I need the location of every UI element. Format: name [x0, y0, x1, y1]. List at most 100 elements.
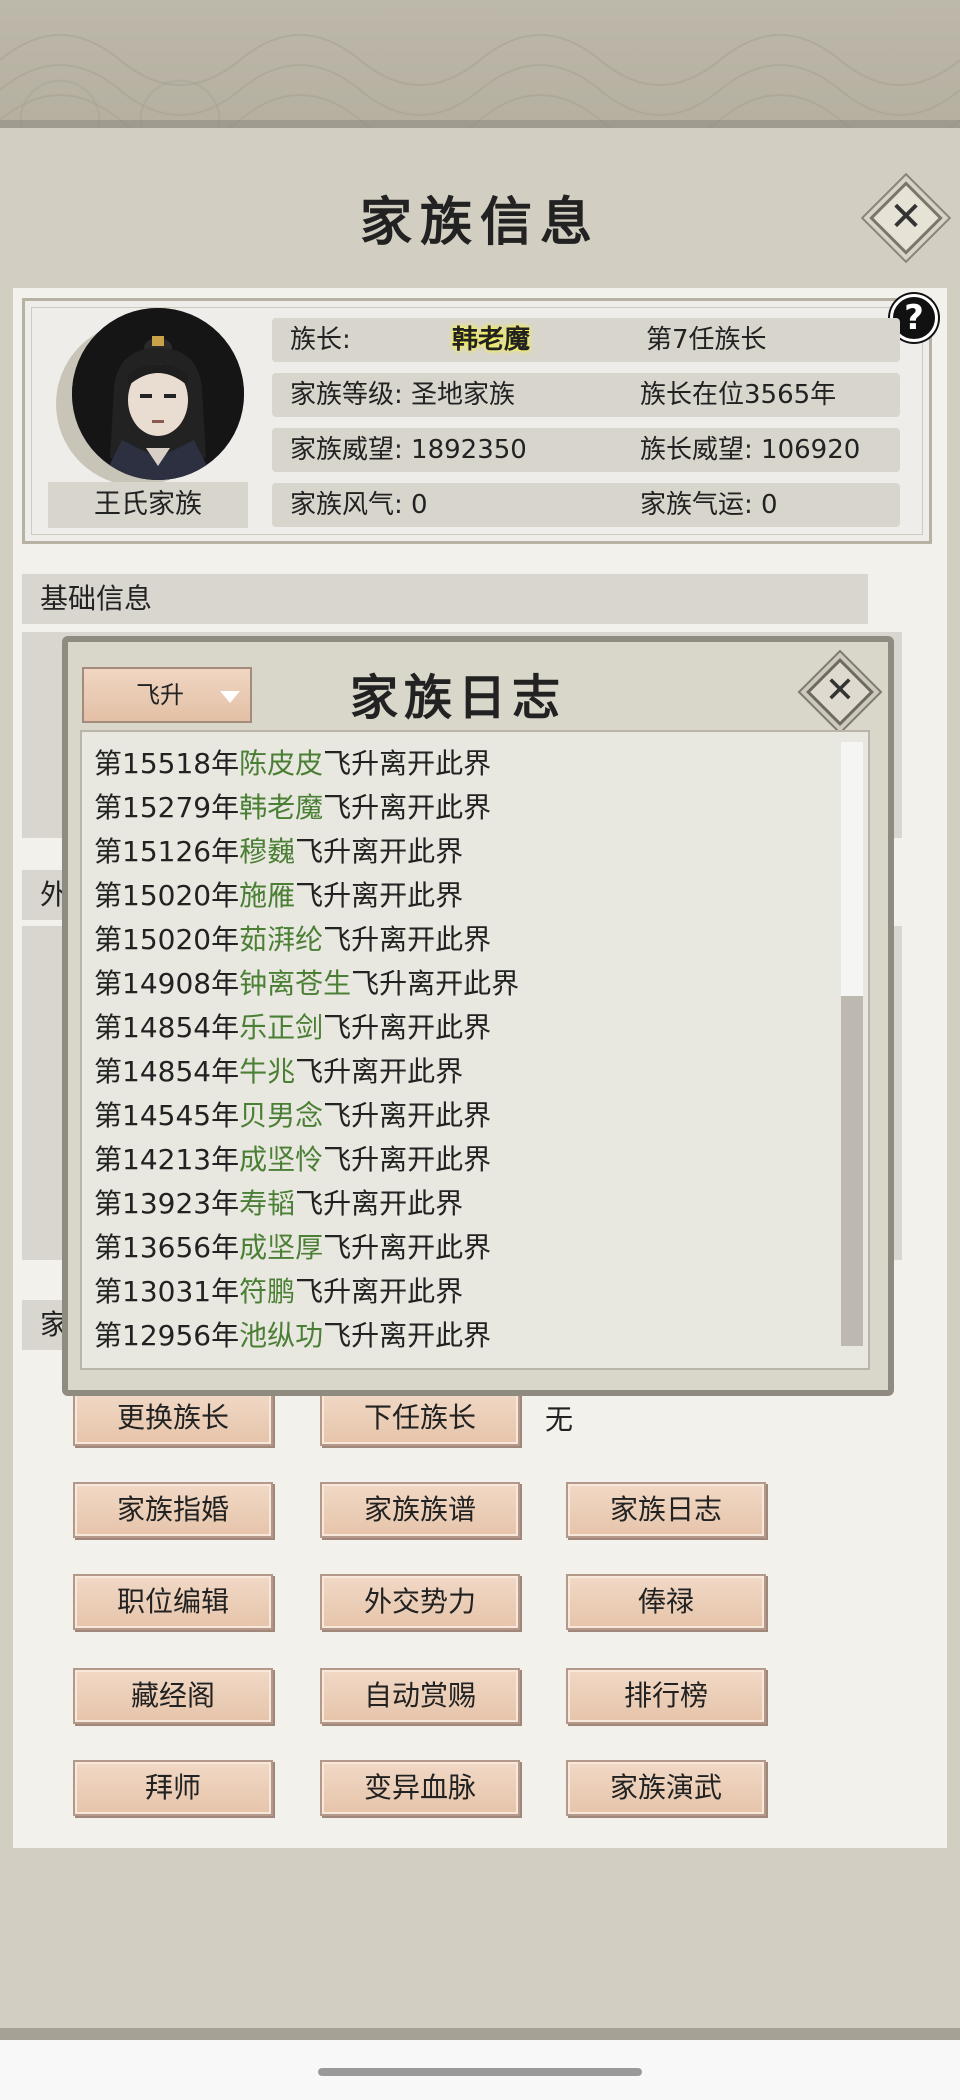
log-title: 家族日志 — [350, 670, 567, 726]
journal-button[interactable]: 家族日志 — [566, 1482, 766, 1538]
log-entry-year: 第15518年 — [94, 747, 240, 780]
leader-avatar[interactable] — [72, 308, 244, 480]
log-entry-year: 第15279年 — [94, 791, 240, 824]
log-entry-name[interactable]: 符鹏 — [239, 1275, 295, 1308]
log-entry-year: 第14854年 — [94, 1011, 240, 1044]
page-title: 家族信息 — [359, 192, 600, 253]
log-entry-name[interactable]: 钟离苍生 — [239, 967, 351, 1000]
log-entry-name[interactable]: 寿韬 — [239, 1187, 295, 1220]
log-entry-year: 第13656年 — [94, 1231, 240, 1264]
section-basic-info: 基础信息 — [22, 574, 868, 624]
diplomacy-button[interactable]: 外交势力 — [320, 1574, 520, 1630]
log-entry-name[interactable]: 贝男念 — [239, 1099, 323, 1132]
log-entry: 第15020年茹湃纶飞升离开此界 — [94, 918, 491, 962]
log-entry-suffix: 飞升离开此界 — [295, 879, 464, 912]
log-entry-name[interactable]: 施雁 — [239, 879, 295, 912]
log-list[interactable]: 第15518年陈皮皮飞升离开此界 第15279年韩老魔飞升离开此界 第15126年穆… — [80, 730, 870, 1370]
log-entry: 第14545年贝男念飞升离开此界 — [94, 1094, 491, 1138]
leader-prestige: 族长威望: 106920 — [640, 435, 861, 465]
prestige-row: 家族威望: 1892350 族长威望: 106920 — [272, 428, 900, 472]
log-entry-name[interactable]: 茹湃纶 — [239, 923, 323, 956]
log-entry-year: 第15126年 — [94, 835, 240, 868]
ranking-button[interactable]: 排行榜 — [566, 1668, 766, 1724]
close-icon: ✕ — [889, 194, 923, 240]
library-button[interactable]: 藏经阁 — [73, 1668, 273, 1724]
leader-label: 族长: — [290, 325, 351, 355]
log-entry: 第13031年符鹏飞升离开此界 — [94, 1270, 463, 1314]
leader-row: 族长: 韩老魔 第7任族长 — [272, 318, 900, 362]
leader-name[interactable]: 韩老魔 — [452, 318, 530, 362]
log-entry: 第13923年寿韬飞升离开此界 — [94, 1182, 463, 1226]
log-entry-year: 第13923年 — [94, 1187, 240, 1220]
clan-ethos: 家族风气: 0 — [290, 490, 428, 520]
log-entry-year: 第15020年 — [94, 879, 240, 912]
log-entry-name[interactable]: 乐正剑 — [239, 1011, 323, 1044]
log-entry-suffix: 飞升离开此界 — [323, 791, 492, 824]
next-leader-button[interactable]: 下任族长 — [320, 1390, 520, 1446]
clan-luck: 家族气运: 0 — [640, 490, 778, 520]
log-entry: 第15279年韩老魔飞升离开此界 — [94, 786, 491, 830]
log-entry-name[interactable]: 穆巍 — [239, 835, 295, 868]
decorative-top-band — [0, 0, 960, 135]
log-entry-suffix: 飞升离开此界 — [323, 747, 492, 780]
log-entry: 第12956年池纵功飞升离开此界 — [94, 1314, 491, 1358]
log-scrollbar[interactable] — [841, 742, 863, 1346]
clan-prestige: 家族威望: 1892350 — [290, 435, 527, 465]
log-filter-value: 飞升 — [136, 681, 184, 709]
log-entry-suffix: 飞升离开此界 — [323, 1011, 492, 1044]
next-leader-value: 无 — [545, 1403, 574, 1436]
salary-button[interactable]: 俸禄 — [566, 1574, 766, 1630]
log-entry-year: 第14908年 — [94, 967, 240, 1000]
martial-button[interactable]: 家族演武 — [566, 1760, 766, 1816]
clan-name: 王氏家族 — [48, 482, 248, 528]
level-row: 家族等级: 圣地家族 族长在位3565年 — [272, 373, 900, 417]
log-entry-name[interactable]: 成坚怜 — [239, 1143, 323, 1176]
log-entry-name[interactable]: 成坚厚 — [239, 1231, 323, 1264]
log-entry-suffix: 飞升离开此界 — [295, 1187, 464, 1220]
log-entry-name[interactable]: 牛兆 — [239, 1055, 295, 1088]
clan-level: 家族等级: 圣地家族 — [290, 380, 516, 410]
log-scrollbar-thumb[interactable] — [841, 742, 863, 996]
log-entry-name[interactable]: 池纵功 — [239, 1319, 323, 1352]
log-entry-year: 第15020年 — [94, 923, 240, 956]
ethos-row: 家族风气: 0 家族气运: 0 — [272, 483, 900, 527]
positions-button[interactable]: 职位编辑 — [73, 1574, 273, 1630]
log-entry-suffix: 飞升离开此界 — [295, 1055, 464, 1088]
bloodline-button[interactable]: 变异血脉 — [320, 1760, 520, 1816]
log-entry-year: 第14545年 — [94, 1099, 240, 1132]
log-entry-suffix: 飞升离开此界 — [323, 1099, 492, 1132]
home-indicator[interactable] — [318, 2068, 642, 2076]
change-leader-button[interactable]: 更换族长 — [73, 1390, 273, 1446]
dropdown-arrow-icon — [220, 691, 240, 703]
log-entry: 第14908年钟离苍生飞升离开此界 — [94, 962, 519, 1006]
log-entry-suffix: 飞升离开此界 — [295, 835, 464, 868]
log-entry-suffix: 飞升离开此界 — [295, 1275, 464, 1308]
log-entry: 第15020年施雁飞升离开此界 — [94, 874, 463, 918]
log-entry-name[interactable]: 韩老魔 — [239, 791, 323, 824]
leader-rank: 第7任族长 — [646, 325, 767, 355]
log-entry-name[interactable]: 陈皮皮 — [239, 747, 323, 780]
log-entry: 第13656年成坚厚飞升离开此界 — [94, 1226, 491, 1270]
log-entry-suffix: 飞升离开此界 — [323, 1231, 492, 1264]
log-entry: 第14854年牛兆飞升离开此界 — [94, 1050, 463, 1094]
log-entry-year: 第14213年 — [94, 1143, 240, 1176]
log-filter-dropdown[interactable]: 飞升 — [82, 667, 252, 723]
log-entry-suffix: 飞升离开此界 — [323, 923, 492, 956]
log-entry: 第14213年成坚怜飞升离开此界 — [94, 1138, 491, 1182]
log-entry-year: 第14854年 — [94, 1055, 240, 1088]
log-entry-year: 第13031年 — [94, 1275, 240, 1308]
log-entry-suffix: 飞升离开此界 — [351, 967, 520, 1000]
genealogy-button[interactable]: 家族族谱 — [320, 1482, 520, 1538]
log-entry-suffix: 飞升离开此界 — [323, 1319, 492, 1352]
close-icon: ✕ — [824, 670, 856, 711]
close-button[interactable]: ✕ — [869, 181, 943, 255]
apprentice-button[interactable]: 拜师 — [73, 1760, 273, 1816]
marriage-button[interactable]: 家族指婚 — [73, 1482, 273, 1538]
leader-tenure: 族长在位3565年 — [640, 380, 837, 410]
log-close-button[interactable]: ✕ — [804, 656, 876, 728]
log-entry: 第15518年陈皮皮飞升离开此界 — [94, 742, 491, 786]
auto-reward-button[interactable]: 自动赏赐 — [320, 1668, 520, 1724]
log-entry: 第14854年乐正剑飞升离开此界 — [94, 1006, 491, 1050]
log-entry: 第15126年穆巍飞升离开此界 — [94, 830, 463, 874]
log-entry-suffix: 飞升离开此界 — [323, 1143, 492, 1176]
